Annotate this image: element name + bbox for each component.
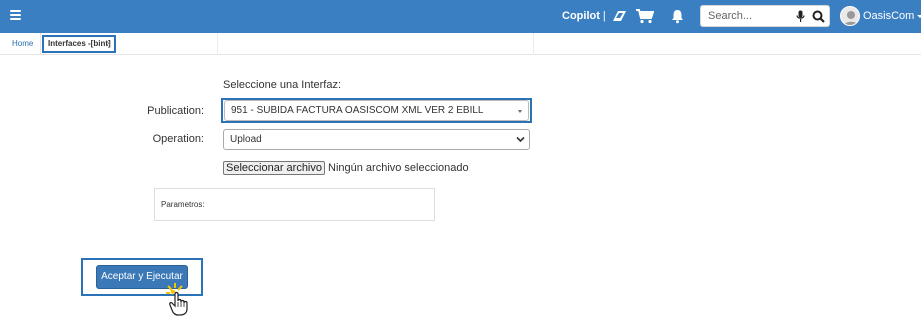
cart-icon[interactable] — [636, 9, 655, 29]
user-menu[interactable]: OasisCom — [840, 6, 921, 26]
tab-interfaces[interactable]: Interfaces -[bint] × — [42, 35, 116, 53]
user-name: OasisCom — [863, 10, 915, 22]
chevron-down-icon — [917, 14, 921, 18]
tab-home[interactable]: Home — [5, 33, 42, 55]
chevron-down-icon — [518, 110, 522, 113]
microphone-icon[interactable] — [796, 10, 805, 28]
copilot-separator: | — [602, 10, 606, 22]
search-box — [700, 5, 830, 27]
file-status: Ningún archivo seleccionado — [328, 162, 469, 174]
operation-select[interactable]: Upload — [223, 129, 530, 150]
hand-cursor-icon — [166, 282, 194, 321]
publication-label: Publication: — [147, 105, 204, 117]
hamburger-menu-icon[interactable] — [10, 10, 21, 21]
tab-placeholder — [218, 33, 534, 55]
parameters-panel: Parametros: — [154, 188, 435, 221]
form-title: Seleccione una Interfaz: — [223, 79, 342, 91]
file-input: Seleccionar archivo Ningún archivo selec… — [223, 161, 469, 175]
search-icon[interactable] — [812, 10, 825, 28]
tab-interfaces-label: Interfaces -[bint] — [48, 39, 111, 48]
operation-label: Operation: — [152, 133, 204, 145]
copilot-icon — [612, 11, 626, 21]
tab-bar: Home Interfaces -[bint] × — [0, 33, 921, 55]
avatar — [840, 6, 860, 26]
publication-select[interactable]: 951 - SUBIDA FACTURA OASISCOM XML VER 2 … — [224, 100, 529, 121]
choose-file-button[interactable]: Seleccionar archivo — [223, 161, 325, 175]
close-icon[interactable]: × — [106, 37, 111, 51]
parameters-label: Parametros: — [161, 200, 205, 209]
bell-icon[interactable] — [671, 9, 684, 29]
copilot-label: Copilot — [562, 10, 600, 22]
search-input[interactable] — [708, 9, 793, 23]
operation-value: Upload — [230, 134, 262, 145]
publication-value: 951 - SUBIDA FACTURA OASISCOM XML VER 2 … — [231, 105, 484, 116]
chevron-down-icon — [516, 136, 525, 143]
tab-placeholder — [118, 33, 218, 55]
publication-highlight: 951 - SUBIDA FACTURA OASISCOM XML VER 2 … — [221, 98, 532, 123]
top-navbar: Copilot | Search... OasisCom — [0, 0, 921, 33]
copilot-button[interactable]: Copilot | — [562, 9, 628, 23]
